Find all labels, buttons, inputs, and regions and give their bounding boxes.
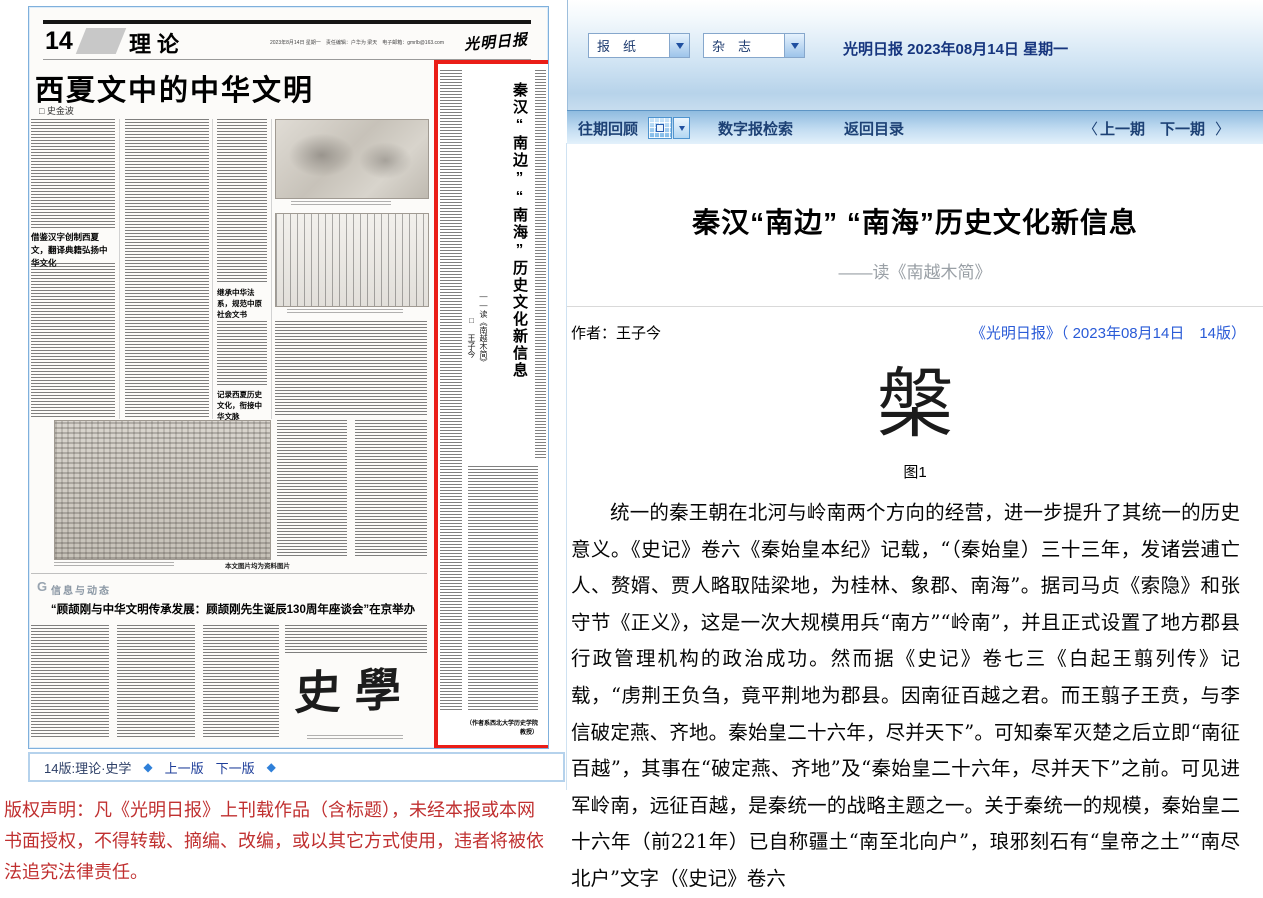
pseudo-text (307, 735, 403, 740)
toolbar-past-issues[interactable]: 往期回顾 (578, 118, 638, 139)
prev-issue-bracket: 〈 (1083, 118, 1098, 139)
calendar-dot (656, 124, 664, 132)
prev-page-diamond-icon: ◆ (143, 760, 152, 774)
figure1-caption: 图1 (567, 461, 1263, 482)
pseudo-text (31, 119, 115, 229)
pseudo-text (275, 321, 427, 417)
chevron-down-icon (676, 43, 684, 49)
toolbar-digital-search[interactable]: 数字报检索 (718, 118, 793, 139)
info-news-headline: “顾颉刚与中华文明传承发展：顾颉刚先生诞辰130周年座谈会”在京举办 (39, 601, 427, 617)
pseudo-text (535, 70, 546, 460)
pseudo-text (203, 625, 279, 737)
paper-masthead-calligraphy: 光明日报 (463, 28, 529, 54)
boxed-article-subtitle: ——读《南越木简》 (478, 292, 489, 412)
pseudo-text (217, 321, 267, 385)
chevron-down-icon (679, 126, 685, 131)
newspaper-select[interactable]: 报 纸 (588, 33, 690, 58)
next-page-link[interactable]: 下一版 (216, 758, 255, 777)
toolbar-back-to-contents[interactable]: 返回目录 (844, 118, 904, 139)
magazine-select[interactable]: 杂 志 (703, 33, 805, 58)
next-page-diamond-icon: ◆ (267, 760, 276, 774)
calendar-icon[interactable] (648, 117, 672, 139)
pseudo-text (468, 466, 538, 712)
article-title: 秦汉“南边” “南海”历史文化新信息 (567, 201, 1263, 241)
pseudo-text (355, 420, 427, 558)
photo-note: 本文图片均为资料图片 (225, 560, 290, 570)
paper-page-number: 14 (45, 27, 73, 56)
next-issue-bracket: 〉 (1215, 118, 1230, 139)
xixia-document-page-image (275, 213, 429, 307)
magazine-select-arrow-icon[interactable] (784, 34, 804, 57)
paper-dateline: 2023年8月14日 星期一 责任编辑：户华为 梁天 电子邮箱：gmrlb@16… (229, 39, 444, 46)
engraving-illustration-image (54, 420, 271, 560)
column-rule (212, 119, 213, 419)
image-caption-illegible (291, 201, 391, 206)
article-subtitle: ——读《南越木简》 (567, 258, 1263, 283)
column-rule (271, 119, 272, 419)
page-nav-label: 14版:理论·史学 (44, 758, 131, 777)
reader-toolbar: 往期回顾 数字报检索 返回目录 〈 上一期 下一期 〉 (567, 110, 1263, 144)
image-caption-illegible (287, 309, 403, 314)
pseudo-text (31, 263, 115, 417)
prev-page-link[interactable]: 上一版 (165, 758, 204, 777)
next-issue-link[interactable]: 下一期 (1160, 118, 1205, 139)
chevron-down-icon (791, 43, 799, 49)
pseudo-text (217, 119, 267, 283)
shixue-calligraphy: 史學 (283, 653, 428, 724)
newspaper-page-scan[interactable]: 14 理论 2023年8月14日 星期一 责任编辑：户华为 梁天 电子邮箱：gm… (28, 6, 549, 749)
figure1-ancient-character-image: 槃 (567, 342, 1263, 452)
paper-subhead-2: 记录西夏历史文化，衔接中华文脉 (217, 389, 267, 422)
info-section-label: 信息与动态 (51, 582, 111, 597)
page-navigation-bar: 14版:理论·史学 ◆ 上一版 下一版 ◆ (28, 752, 565, 782)
pseudo-text (440, 70, 462, 710)
paper-headline: 西夏文中的中华文明 (35, 67, 375, 109)
newspaper-select-value: 报 纸 (589, 36, 669, 55)
section-slash-decoration (76, 28, 127, 54)
masthead-rule (43, 20, 531, 24)
article-source: 《光明日报》（ 2023年08月14日 14版） (567, 322, 1246, 343)
pseudo-text (117, 625, 195, 737)
image-caption-illegible (54, 562, 174, 568)
pseudo-text (125, 119, 209, 417)
prev-issue-link[interactable]: 上一期 (1100, 118, 1145, 139)
paper-section-label: 理论 (129, 27, 185, 59)
pseudo-text (285, 625, 427, 653)
xixia-woodblock-print-image (275, 119, 429, 199)
boxed-article-author: □ 王子今 (466, 316, 477, 386)
info-section-rule (31, 573, 427, 574)
calendar-dropdown-icon[interactable] (673, 117, 690, 139)
copyright-notice: 版权声明：凡《光明日报》上刊载作品（含标题），未经本报或本网书面授权，不得转载、… (4, 795, 550, 888)
highlighted-article-box[interactable]: 秦汉“南边”“南海”历史文化新信息 ——读《南越木简》 □ 王子今 （作者系西北… (434, 60, 549, 749)
column-rule (119, 119, 120, 419)
article-body-paragraph: 统一的秦王朝在北河与岭南两个方向的经营，进一步提升了其统一的历史意义。《史记》卷… (571, 495, 1240, 898)
pseudo-text (31, 625, 109, 737)
article-divider (567, 306, 1263, 307)
boxed-article-ending: （作者系西北大学历史学院教授） (464, 718, 538, 736)
paper-subhead-3: 继承中华法系，规范中原社会文书 (217, 287, 267, 320)
masthead-date-title: 光明日报 2023年08月14日 星期一 (843, 38, 1068, 59)
magazine-select-value: 杂 志 (704, 36, 784, 55)
pseudo-text (277, 420, 347, 558)
paper-byline: □ 史金波 (39, 104, 74, 117)
newspaper-select-arrow-icon[interactable] (669, 34, 689, 57)
info-section-logo: G (37, 579, 47, 594)
boxed-article-title: 秦汉“南边”“南海”历史文化新信息 (509, 82, 530, 442)
